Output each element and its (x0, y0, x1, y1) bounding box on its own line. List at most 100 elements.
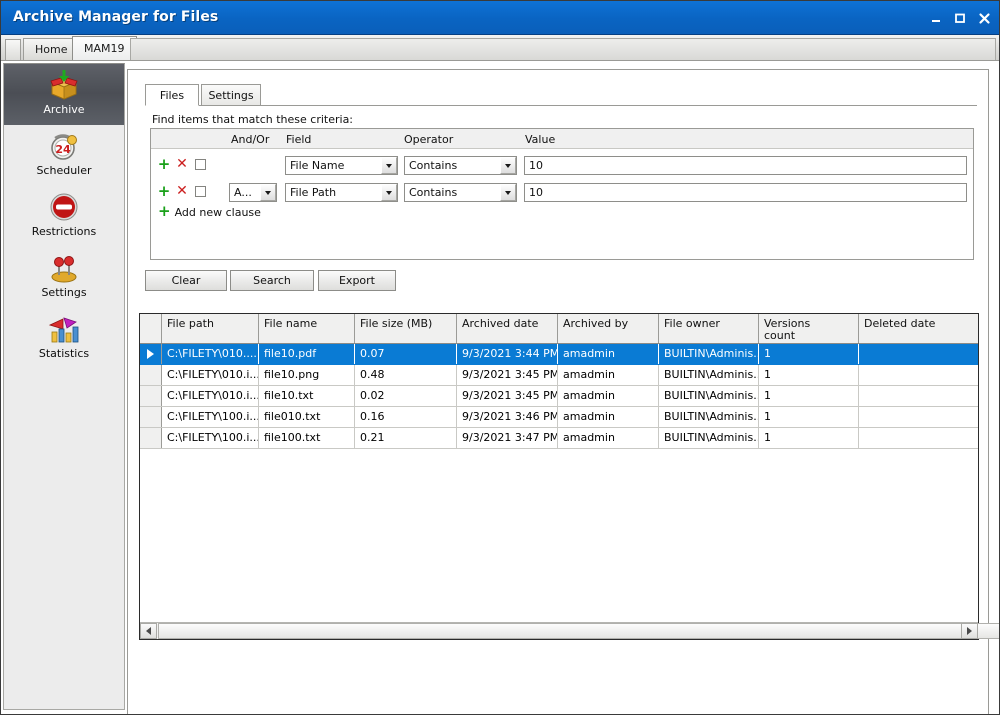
table-row[interactable]: C:\FILETY\100.i... file100.txt 0.21 9/3/… (140, 428, 978, 449)
grid-header-gutter (140, 314, 162, 343)
table-row[interactable]: C:\FILETY\010.i... file10.txt 0.02 9/3/2… (140, 386, 978, 407)
maximize-icon[interactable] (949, 8, 971, 28)
cell-archived-by: amadmin (558, 407, 659, 427)
field-dropdown-value: File Path (286, 186, 381, 199)
grid-header-versions-count[interactable]: Versions count (759, 314, 859, 343)
close-icon[interactable] (973, 8, 995, 28)
criteria-col-field: Field (286, 133, 311, 146)
tab-settings[interactable]: Settings (201, 84, 261, 106)
cell-file-name: file010.txt (259, 407, 355, 427)
clear-button[interactable]: Clear (145, 270, 227, 291)
table-row[interactable]: C:\FILETY\010.... file10.pdf 0.07 9/3/20… (140, 344, 978, 365)
row-selector[interactable] (140, 344, 162, 364)
cell-file-owner: BUILTIN\Adminis... (659, 344, 759, 364)
scroll-left-button[interactable] (140, 623, 157, 639)
grid-header-deleted-date[interactable]: Deleted date (859, 314, 978, 343)
grid-header-file-name[interactable]: File name (259, 314, 355, 343)
field-dropdown[interactable]: File Name (285, 156, 398, 175)
results-grid: File path File name File size (MB) Archi… (139, 313, 979, 640)
operator-dropdown[interactable]: Contains (404, 156, 517, 175)
sidebar-item-settings[interactable]: Settings (4, 247, 124, 308)
cell-file-owner: BUILTIN\Adminis... (659, 428, 759, 448)
operator-dropdown-value: Contains (405, 186, 500, 199)
cell-file-owner: BUILTIN\Adminis... (659, 365, 759, 385)
cell-file-path: C:\FILETY\100.i... (162, 428, 259, 448)
table-row[interactable]: C:\FILETY\100.i... file010.txt 0.16 9/3/… (140, 407, 978, 428)
cell-file-size: 0.07 (355, 344, 457, 364)
criteria-header: And/Or Field Operator Value (151, 129, 973, 149)
cell-file-path: C:\FILETY\100.i... (162, 407, 259, 427)
field-dropdown[interactable]: File Path (285, 183, 398, 202)
criteria-row-checkbox[interactable] (195, 186, 206, 197)
grid-header-file-path[interactable]: File path (162, 314, 259, 343)
cell-archived-date: 9/3/2021 3:47 PM (457, 428, 558, 448)
row-selector[interactable] (140, 386, 162, 406)
sidebar-item-label: Settings (41, 286, 86, 299)
value-input[interactable]: 10 (524, 183, 967, 202)
chevron-down-icon[interactable] (260, 184, 276, 201)
top-tab-strip: Home MAM19 (1, 35, 1000, 61)
cell-deleted-date (859, 407, 978, 427)
grid-header-row: File path File name File size (MB) Archi… (140, 314, 978, 344)
field-dropdown-value: File Name (286, 159, 381, 172)
plus-icon[interactable]: + (158, 158, 170, 170)
cell-archived-date: 9/3/2021 3:44 PM (457, 344, 558, 364)
cell-archived-by: amadmin (558, 365, 659, 385)
cell-versions-count: 1 (759, 407, 859, 427)
andor-dropdown[interactable]: A... (229, 183, 277, 202)
tab-files[interactable]: Files (145, 84, 199, 106)
top-tab-home[interactable]: Home (23, 38, 79, 60)
andor-dropdown-value: A... (230, 186, 260, 199)
cell-file-size: 0.48 (355, 365, 457, 385)
scroll-right-button[interactable] (961, 623, 978, 639)
title-bar: Archive Manager for Files (1, 1, 1000, 35)
application-window: Archive Manager for Files Home MAM19 (0, 0, 1000, 715)
window-controls (925, 8, 995, 28)
operator-dropdown[interactable]: Contains (404, 183, 517, 202)
cell-archived-date: 9/3/2021 3:45 PM (457, 386, 558, 406)
grid-header-archived-by[interactable]: Archived by (558, 314, 659, 343)
charts-icon (47, 312, 81, 346)
top-tab-mam19[interactable]: MAM19 (72, 36, 137, 60)
sidebar-item-scheduler[interactable]: 24 Scheduler (4, 125, 124, 186)
minimize-icon[interactable] (925, 8, 947, 28)
chevron-down-icon[interactable] (500, 184, 516, 201)
sidebar-item-restrictions[interactable]: Restrictions (4, 186, 124, 247)
grid-header-archived-date[interactable]: Archived date (457, 314, 558, 343)
sidebar-item-statistics[interactable]: Statistics (4, 308, 124, 369)
grid-horizontal-scrollbar[interactable] (140, 622, 978, 639)
table-row[interactable]: C:\FILETY\010.i... file10.png 0.48 9/3/2… (140, 365, 978, 386)
plus-icon: + (158, 204, 171, 219)
grid-header-file-owner[interactable]: File owner (659, 314, 759, 343)
chevron-down-icon[interactable] (381, 184, 397, 201)
row-selector[interactable] (140, 365, 162, 385)
grid-header-file-size[interactable]: File size (MB) (355, 314, 457, 343)
body-area: Archive 24 Scheduler (1, 61, 999, 714)
cell-deleted-date (859, 365, 978, 385)
chevron-down-icon[interactable] (500, 157, 516, 174)
window-title: Archive Manager for Files (13, 9, 218, 25)
sidebar-item-archive[interactable]: Archive (4, 64, 124, 125)
clock-24-icon: 24 (47, 129, 81, 163)
plus-icon[interactable]: + (158, 185, 170, 197)
criteria-row-checkbox[interactable] (195, 159, 206, 170)
triangle-right-icon (967, 627, 972, 635)
cell-file-path: C:\FILETY\010.i... (162, 365, 259, 385)
sidebar: Archive 24 Scheduler (3, 63, 125, 710)
export-button[interactable]: Export (318, 270, 396, 291)
search-button[interactable]: Search (230, 270, 314, 291)
cell-versions-count: 1 (759, 386, 859, 406)
add-new-clause-button[interactable]: + Add new clause (158, 205, 261, 220)
cell-archived-date: 9/3/2021 3:46 PM (457, 407, 558, 427)
criteria-col-andor: And/Or (231, 133, 269, 146)
cell-file-name: file10.pdf (259, 344, 355, 364)
chevron-down-icon[interactable] (381, 157, 397, 174)
inner-tab-bar: Files Settings (145, 84, 977, 106)
row-selector[interactable] (140, 407, 162, 427)
row-selector[interactable] (140, 428, 162, 448)
cross-icon[interactable]: ✕ (176, 185, 188, 197)
cell-file-size: 0.21 (355, 428, 457, 448)
cross-icon[interactable]: ✕ (176, 158, 188, 170)
scrollbar-thumb[interactable] (158, 623, 1000, 639)
value-input[interactable]: 10 (524, 156, 967, 175)
